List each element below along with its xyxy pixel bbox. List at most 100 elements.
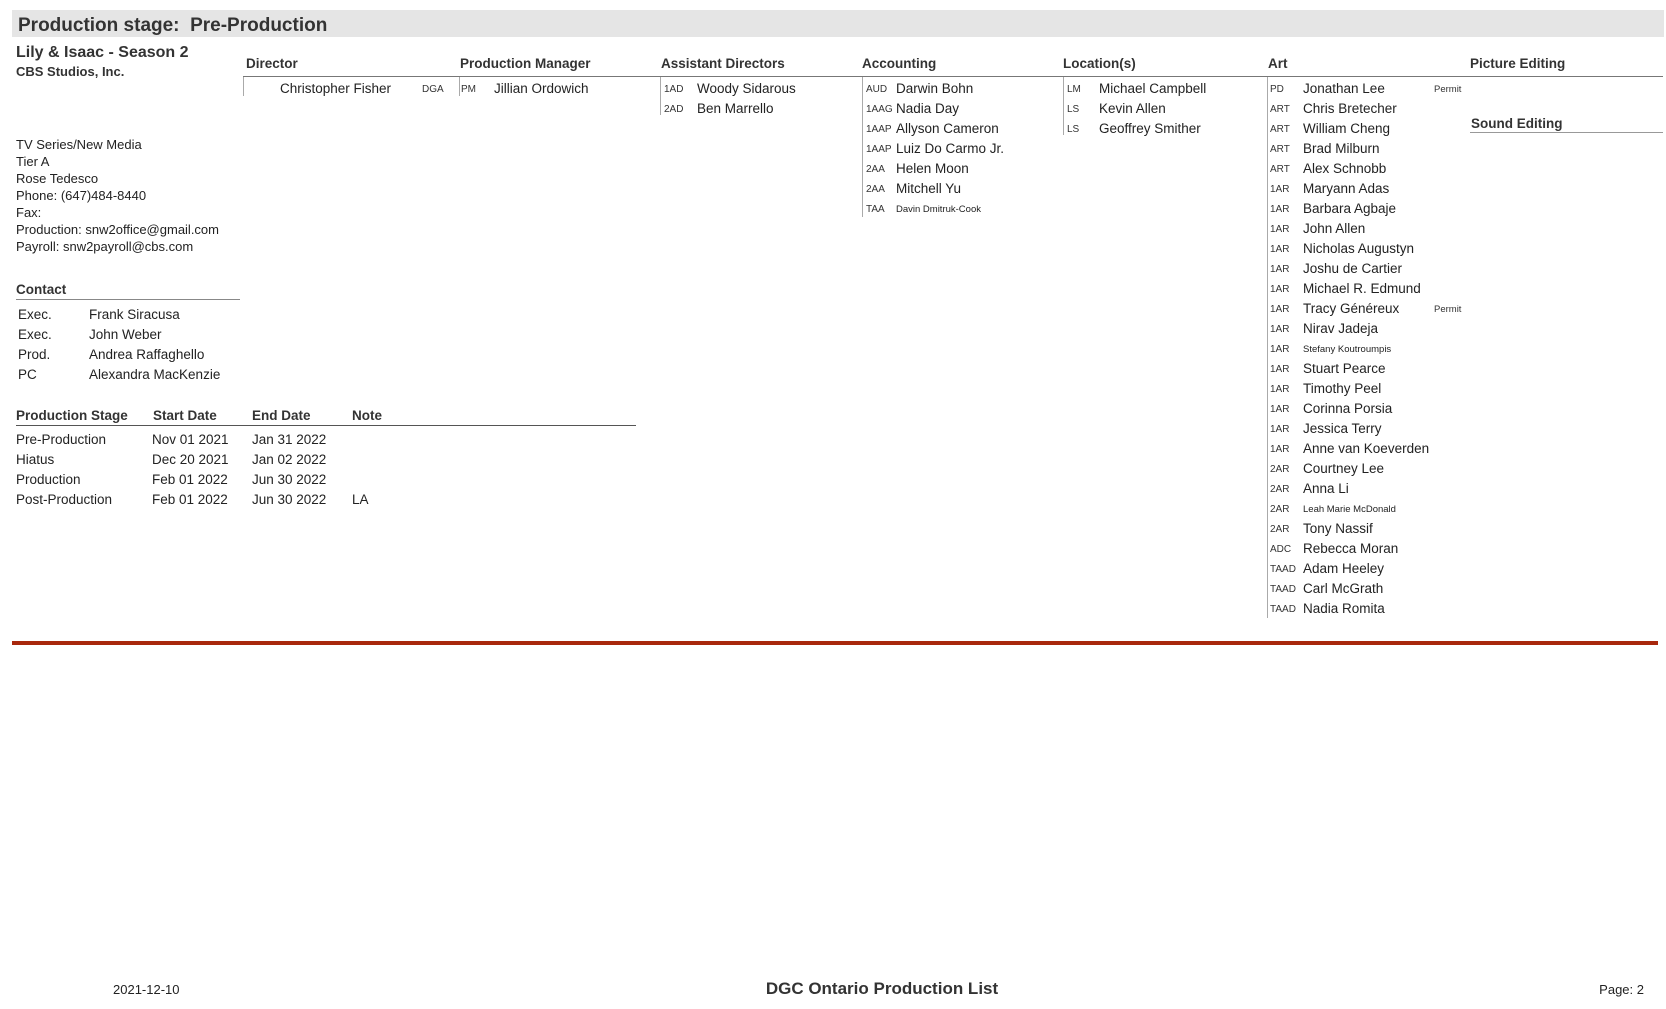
picture-editing-heading: Picture Editing <box>1470 56 1566 71</box>
crew-name: Mitchell Yu <box>896 181 962 196</box>
crew-code: 1AR <box>1270 184 1290 195</box>
production-manager-heading: Production Manager <box>460 56 591 71</box>
crew-name: Tony Nassif <box>1303 521 1373 536</box>
stage-start: Dec 20 2021 <box>152 452 229 467</box>
crew-code: 1AR <box>1270 304 1290 315</box>
crew-name: Alex Schnobb <box>1303 161 1387 176</box>
crew-name: Geoffrey Smither <box>1099 121 1201 136</box>
accounting-divider <box>862 77 863 217</box>
crew-name: Nadia Day <box>896 101 960 116</box>
crew-code: TAA <box>866 204 885 215</box>
crew-code: 2AD <box>664 104 684 115</box>
crew-code: 1AAP <box>866 144 892 155</box>
crew-name: Darwin Bohn <box>896 81 974 96</box>
crew-name: Stefany Koutroumpis <box>1303 344 1392 355</box>
crew-code: 1AR <box>1270 264 1290 275</box>
crew-name: Carl McGrath <box>1303 581 1384 596</box>
crew-name: Leah Marie McDonald <box>1303 504 1396 515</box>
crew-name: Allyson Cameron <box>896 121 999 136</box>
contact-name: John Weber <box>89 327 162 342</box>
stage-start: Feb 01 2022 <box>152 492 228 507</box>
crew-code: 1AR <box>1270 244 1290 255</box>
pm-divider <box>459 77 460 96</box>
crew-code: 1AR <box>1270 224 1290 235</box>
info-line: TV Series/New Media <box>16 137 142 152</box>
info-line: Payroll: snw2payroll@cbs.com <box>16 239 194 254</box>
crew-code: LS <box>1067 104 1080 115</box>
crew-code: ART <box>1270 164 1290 175</box>
stage-start: Feb 01 2022 <box>152 472 228 487</box>
crew-code: 2AR <box>1270 464 1290 475</box>
crew-code: TAAD <box>1270 604 1296 615</box>
crew-code: PM <box>461 84 476 95</box>
crew-name: Jessica Terry <box>1303 421 1382 436</box>
contact-name: Andrea Raffaghello <box>89 347 205 362</box>
crew-code: 1AR <box>1270 204 1290 215</box>
stages-header-note: Note <box>352 408 382 423</box>
crew-code: 1AAG <box>866 104 893 115</box>
director-heading: Director <box>246 56 298 71</box>
stage-start: Nov 01 2021 <box>152 432 229 447</box>
contact-role: PC <box>18 367 37 382</box>
stage-note: LA <box>352 492 369 507</box>
info-line: Rose Tedesco <box>16 171 99 186</box>
crew-name: Luiz Do Carmo Jr. <box>896 141 1005 156</box>
crew-code: 1AR <box>1270 404 1290 415</box>
crew-code: 1AR <box>1270 444 1290 455</box>
art-divider <box>1267 77 1268 618</box>
show-info-block: TV Series/New Media Tier A Rose Tedesco … <box>16 136 219 255</box>
stage-end: Jun 30 2022 <box>252 472 327 487</box>
crew-name: Ben Marrello <box>697 101 774 116</box>
crew-code: AUD <box>866 84 888 95</box>
stages-header-end: End Date <box>252 408 311 423</box>
crew-code: 2AR <box>1270 484 1290 495</box>
crew-name: Jillian Ordowich <box>494 81 589 96</box>
crew-name: Nadia Romita <box>1303 601 1385 616</box>
crew-name: Helen Moon <box>896 161 969 176</box>
crew-name: Anne van Koeverden <box>1303 441 1430 456</box>
crew-code: 1AAP <box>866 124 892 135</box>
crew-code: 1AR <box>1270 384 1290 395</box>
stages-rule <box>16 425 636 426</box>
stage-name: Hiatus <box>16 452 55 467</box>
crew-code: ART <box>1270 124 1290 135</box>
stages-header-start: Start Date <box>153 408 217 423</box>
crew-name: Timothy Peel <box>1303 381 1382 396</box>
info-line: Production: snw2office@gmail.com <box>16 222 219 237</box>
crew-name: Tracy Généreux <box>1303 301 1400 316</box>
sound-editing-rule <box>1470 132 1663 133</box>
footer-title: DGC Ontario Production List <box>765 979 999 998</box>
info-line: Tier A <box>16 154 50 169</box>
crew-name: John Allen <box>1303 221 1366 236</box>
studio-name: CBS Studios, Inc. <box>16 64 125 79</box>
contact-name: Alexandra MacKenzie <box>89 367 221 382</box>
section-divider <box>12 641 1658 645</box>
crew-name: Brad Milburn <box>1303 141 1380 156</box>
crew-code: 2AR <box>1270 524 1290 535</box>
crew-name: Nirav Jadeja <box>1303 321 1379 336</box>
crew-code: TAAD <box>1270 584 1296 595</box>
crew-name: Anna Li <box>1303 481 1349 496</box>
crew-code: 2AR <box>1270 504 1290 515</box>
director-guild: DGA <box>422 84 444 95</box>
contact-role: Prod. <box>18 347 51 362</box>
show-title: Lily & Isaac - Season 2 <box>16 44 189 61</box>
crew-name: Adam Heeley <box>1303 561 1385 576</box>
crew-code: 1AR <box>1270 364 1290 375</box>
crew-name: Davin Dmitruk-Cook <box>896 204 981 215</box>
contact-role: Exec. <box>18 307 52 322</box>
crew-name: William Cheng <box>1303 121 1391 136</box>
crew-name: Rebecca Moran <box>1303 541 1399 556</box>
stage-name: Post-Production <box>16 492 113 507</box>
crew-code: ART <box>1270 104 1290 115</box>
crew-name: Jonathan Lee <box>1303 81 1385 96</box>
sound-editing-heading: Sound Editing <box>1471 116 1563 131</box>
crew-code: 1AR <box>1270 344 1290 355</box>
crew-code: ADC <box>1270 544 1292 555</box>
crew-name: Woody Sidarous <box>697 81 796 96</box>
permit-note: Permit <box>1434 84 1462 95</box>
crew-code: TAAD <box>1270 564 1296 575</box>
crew-name: Stuart Pearce <box>1303 361 1386 376</box>
crew-name: Chris Bretecher <box>1303 101 1397 116</box>
locations-heading: Location(s) <box>1063 56 1136 71</box>
